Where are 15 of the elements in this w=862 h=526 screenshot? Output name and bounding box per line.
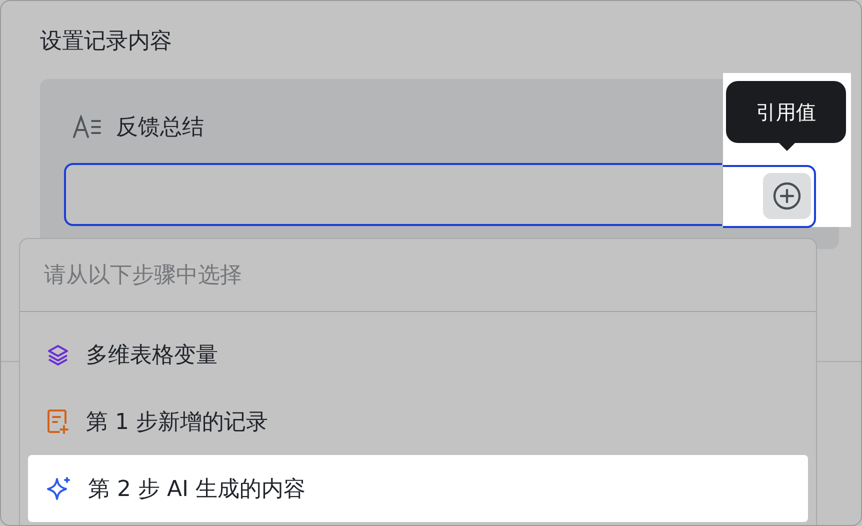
menu-header: 请从以下步骤中选择 [44,262,242,290]
field-label: 反馈总结 [116,114,204,142]
input-field[interactable] [64,163,722,226]
tooltip-arrow [779,143,795,151]
menu-item[interactable]: 第 2 步 AI 生成的内容 [28,455,808,522]
add-reference-button[interactable] [763,173,811,219]
tooltip: 引用值 [726,81,846,143]
document-add-icon [46,408,70,434]
layers-icon [46,342,70,366]
sparkle-icon [46,476,72,502]
text-field-icon [72,115,102,139]
menu-item[interactable]: 多维表格变量 [28,321,808,388]
menu-item[interactable]: 第 1 步新增的记录 [28,388,808,455]
section-title: 设置记录内容 [40,28,172,56]
plus-circle-icon [772,181,802,211]
